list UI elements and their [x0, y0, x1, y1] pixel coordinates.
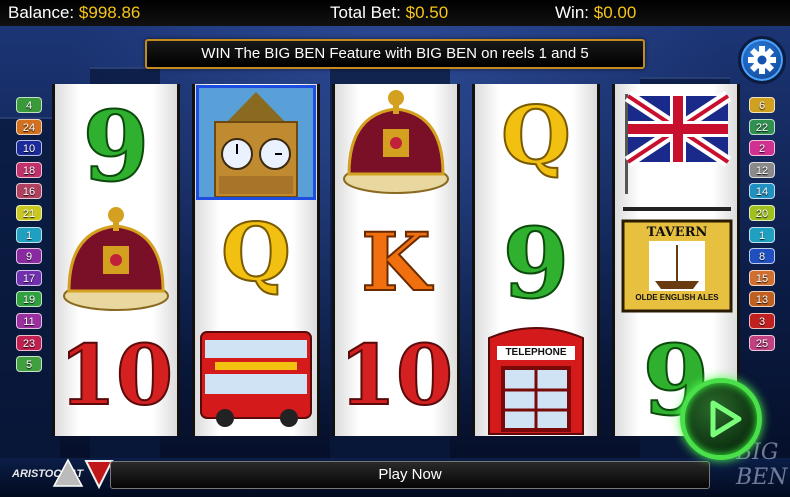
payline-badge: 19	[16, 291, 42, 308]
payline-badge: 21	[16, 204, 42, 221]
symbol-crown	[55, 201, 177, 318]
gear-icon	[748, 46, 776, 74]
payline-badge: 23	[16, 334, 42, 351]
payline-badge: 22	[749, 118, 775, 135]
symbol-queen: Q	[220, 204, 292, 300]
crown-icon	[63, 207, 169, 311]
pyramid-icon	[52, 458, 84, 487]
spin-button[interactable]	[680, 378, 762, 460]
payline-badge: 25	[749, 334, 775, 351]
reel-2: Q	[192, 84, 320, 436]
payline-badge: 18	[16, 161, 42, 178]
union-jack-icon	[624, 90, 732, 194]
telephone-box-icon	[488, 327, 584, 435]
payline-badge: 3	[749, 312, 775, 329]
symbol-bus	[195, 318, 317, 435]
payline-indicators-left: 4 24 10 18 16 21 1 9 17 19 11 23 5	[16, 97, 42, 378]
play-now-button[interactable]: Play Now	[110, 461, 710, 489]
symbol-queen: Q	[500, 87, 572, 183]
big-ben-icon	[199, 88, 313, 198]
payline-badge: 8	[749, 248, 775, 265]
payline-badge: 12	[749, 161, 775, 178]
win-display: Win: $0.00	[555, 3, 637, 22]
bus-icon	[200, 331, 312, 427]
payline-badge: 10	[16, 140, 42, 157]
play-icon	[710, 400, 742, 438]
payline-badge: 9	[16, 248, 42, 265]
symbol-big-ben	[195, 84, 317, 201]
payline-indicators-right: 6 22 2 12 14 20 1 8 15 13 3 25	[749, 97, 775, 356]
payline-badge: 1	[16, 226, 42, 243]
reel-area: 9 10 Q K 10 Q 9 TELEPHONE TAVERN OLDE EN…	[52, 84, 740, 438]
settings-button[interactable]	[738, 36, 786, 84]
symbol-nine: 9	[82, 89, 151, 204]
payline-badge: 5	[16, 356, 42, 373]
payline-badge: 24	[16, 118, 42, 135]
crown-icon	[343, 90, 449, 194]
symbol-tavern: TAVERN OLDE ENGLISH ALES	[615, 201, 737, 318]
payline-badge: 2	[749, 140, 775, 157]
symbol-nine: 9	[502, 206, 571, 321]
payline-badge: 6	[749, 97, 775, 113]
banner-text: WIN The BIG BEN Feature with BIG BEN on …	[201, 45, 589, 62]
reel-1: 9 10	[52, 84, 180, 436]
symbol-crown	[335, 84, 457, 201]
payline-badge: 13	[749, 291, 775, 308]
feature-banner: WIN The BIG BEN Feature with BIG BEN on …	[145, 39, 645, 69]
payline-badge: 16	[16, 183, 42, 200]
tavern-label: TAVERN	[646, 225, 708, 240]
reel-4: Q 9 TELEPHONE	[472, 84, 600, 436]
symbol-ten: 10	[338, 327, 454, 425]
status-bar: Balance: $998.86 Total Bet: $0.50 Win: $…	[0, 0, 790, 26]
tavern-sublabel: OLDE ENGLISH ALES	[635, 293, 719, 302]
payline-badge: 20	[749, 204, 775, 221]
reel-3: K 10	[332, 84, 460, 436]
telephone-label: TELEPHONE	[505, 347, 567, 358]
symbol-telephone-box: TELEPHONE	[475, 318, 597, 435]
symbol-union-jack	[615, 84, 737, 201]
payline-badge: 4	[16, 97, 42, 113]
payline-badge: 15	[749, 269, 775, 286]
total-bet-display: Total Bet: $0.50	[330, 3, 449, 22]
payline-badge: 11	[16, 312, 42, 329]
balance-display: Balance: $998.86	[8, 3, 141, 22]
symbol-ten: 10	[58, 327, 174, 425]
symbol-king: K	[360, 214, 432, 310]
payline-badge: 17	[16, 269, 42, 286]
payline-badge: 14	[749, 183, 775, 200]
payline-badge: 1	[749, 226, 775, 243]
